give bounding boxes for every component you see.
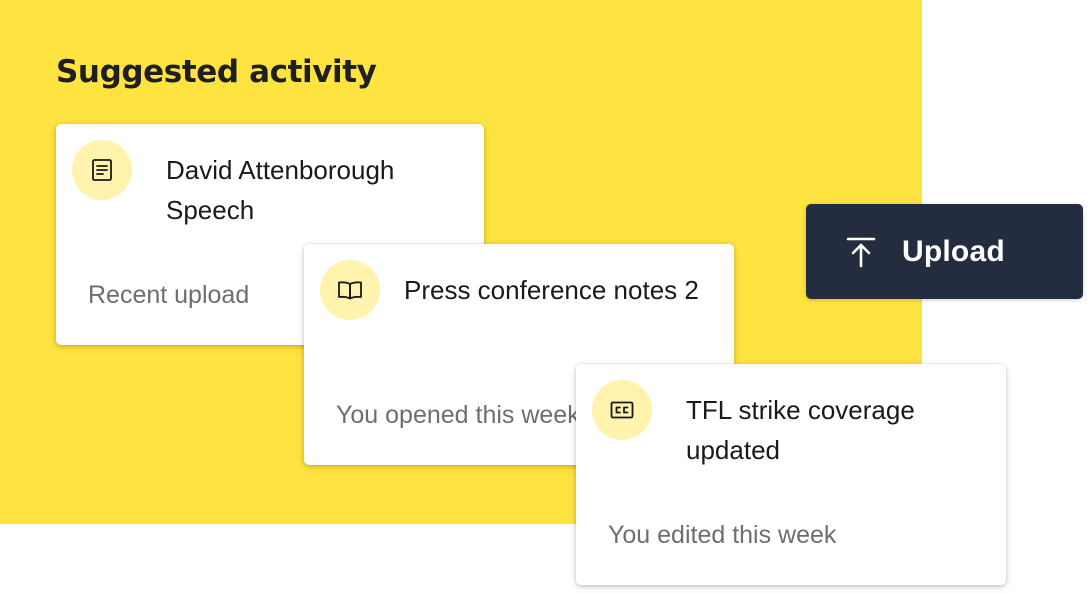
card-title: David Attenborough Speech (166, 155, 395, 225)
closed-captions-icon (592, 380, 652, 440)
card-meta: You opened this week (336, 401, 580, 429)
card-title: Press conference notes 2 (404, 275, 699, 305)
suggested-activity-stage: Suggested activity David Attenborough Sp… (0, 0, 1092, 594)
upload-button[interactable]: Upload (806, 204, 1083, 299)
document-icon (72, 140, 132, 200)
upload-arrow-icon (846, 237, 876, 267)
upload-button-label: Upload (902, 234, 1005, 268)
card-meta: Recent upload (88, 281, 250, 309)
activity-card-tfl-strike-coverage[interactable]: TFL strike coverage updated You edited t… (576, 364, 1006, 585)
card-title: TFL strike coverage updated (686, 395, 915, 465)
section-title: Suggested activity (56, 54, 377, 90)
open-book-icon (320, 260, 380, 320)
card-meta: You edited this week (608, 521, 837, 549)
